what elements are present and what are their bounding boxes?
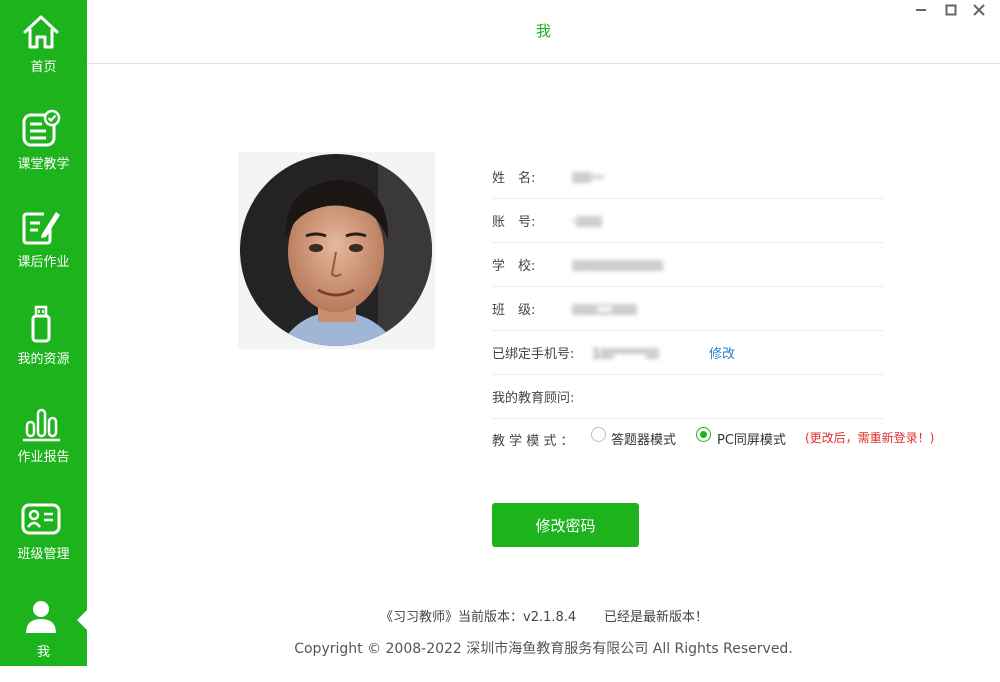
sidebar-item-me[interactable]: 我	[0, 585, 87, 682]
sidebar-item-label: 作业报告	[17, 450, 70, 465]
home-icon	[23, 15, 59, 49]
advisor-row: 我的教育顾问:	[492, 374, 883, 419]
edit-phone-link[interactable]: 修改	[709, 343, 735, 362]
sidebar-item-label: 我的资源	[17, 352, 70, 367]
account-row: 账 号: ·ﾛﾛﾛﾛ	[492, 198, 883, 243]
id-card-icon	[21, 503, 61, 535]
sidebar-item-label: 课后作业	[17, 255, 70, 270]
name-value: ﾛﾛﾛ一	[572, 171, 605, 186]
classroom-checklist-icon	[22, 109, 61, 147]
name-row: 姓 名: ﾛﾛﾛ一	[492, 154, 883, 199]
sidebar-item-report[interactable]: 作业报告	[0, 390, 87, 487]
copyright-text: Copyright © 2008-2022 深圳市海鱼教育服务有限公司 All …	[294, 641, 793, 657]
minimize-icon[interactable]	[913, 2, 929, 18]
sidebar-item-classroom[interactable]: 课堂教学	[0, 97, 87, 194]
avatar[interactable]	[238, 152, 435, 349]
relogin-warning: (更改后，需重新登录！)	[805, 431, 935, 445]
account-value: ·ﾛﾛﾛﾛ	[572, 215, 603, 230]
page-title: 我	[535, 22, 551, 40]
sidebar-item-homework[interactable]: 课后作业	[0, 195, 87, 292]
class-row: 班 级: ﾛﾛﾛﾛ二ﾛﾛﾛﾛ	[492, 286, 883, 331]
class-value: ﾛﾛﾛﾛ二ﾛﾛﾛﾛ	[572, 303, 638, 318]
sidebar-item-class-management[interactable]: 班级管理	[0, 487, 87, 584]
phone-row: 已绑定手机号: 1ﾛﾛ*****ﾛﾛ 修改	[492, 330, 883, 375]
account-label: 账 号:	[492, 215, 536, 230]
school-value: ﾛﾛﾛﾛﾛﾛﾛﾛﾛﾛﾛﾛﾛﾛ	[572, 259, 663, 274]
teaching-mode-label: 教 学 模 式 ：	[492, 434, 574, 449]
pc-mirror-mode-label[interactable]: PC同屏模式	[717, 429, 786, 448]
homework-edit-icon	[22, 212, 60, 245]
bar-chart-icon	[23, 408, 60, 442]
advisor-label: 我的教育顾问:	[492, 391, 575, 406]
sidebar-item-home[interactable]: 首页	[0, 0, 87, 97]
name-label: 姓 名:	[492, 171, 536, 186]
close-icon[interactable]	[971, 2, 987, 18]
active-indicator	[77, 610, 87, 630]
user-icon	[26, 601, 56, 633]
sidebar-item-label: 首页	[30, 60, 57, 75]
avatar-frame	[238, 152, 435, 349]
answer-device-mode-radio[interactable]	[591, 427, 606, 442]
version-text: 《习习教师》当前版本：v2.1.8.4	[380, 610, 577, 625]
latest-version-text: 已经是最新版本！	[604, 610, 709, 625]
sidebar: 首页 课堂教学 课后作业 我的资源 作业报告 班级管理 我	[0, 0, 87, 666]
maximize-icon[interactable]	[943, 2, 959, 18]
answer-device-mode-label[interactable]: 答题器模式	[611, 429, 676, 448]
class-label: 班 级:	[492, 303, 536, 318]
header-bar: 我	[87, 0, 1000, 64]
sidebar-item-label: 课堂教学	[17, 157, 70, 172]
usb-drive-icon	[31, 305, 51, 343]
change-password-button[interactable]: 修改密码	[492, 503, 639, 547]
phone-label: 已绑定手机号:	[492, 347, 575, 362]
teaching-mode-row: 教 学 模 式 ： 答题器模式 PC同屏模式 (更改后，需重新登录！)	[492, 417, 934, 461]
sidebar-item-resources[interactable]: 我的资源	[0, 292, 87, 389]
sidebar-item-label: 班级管理	[17, 547, 70, 562]
phone-value: 1ﾛﾛ*****ﾛﾛ	[592, 347, 659, 362]
school-row: 学 校: ﾛﾛﾛﾛﾛﾛﾛﾛﾛﾛﾛﾛﾛﾛ	[492, 242, 883, 287]
pc-mirror-mode-radio[interactable]	[696, 427, 711, 442]
school-label: 学 校:	[492, 259, 536, 274]
